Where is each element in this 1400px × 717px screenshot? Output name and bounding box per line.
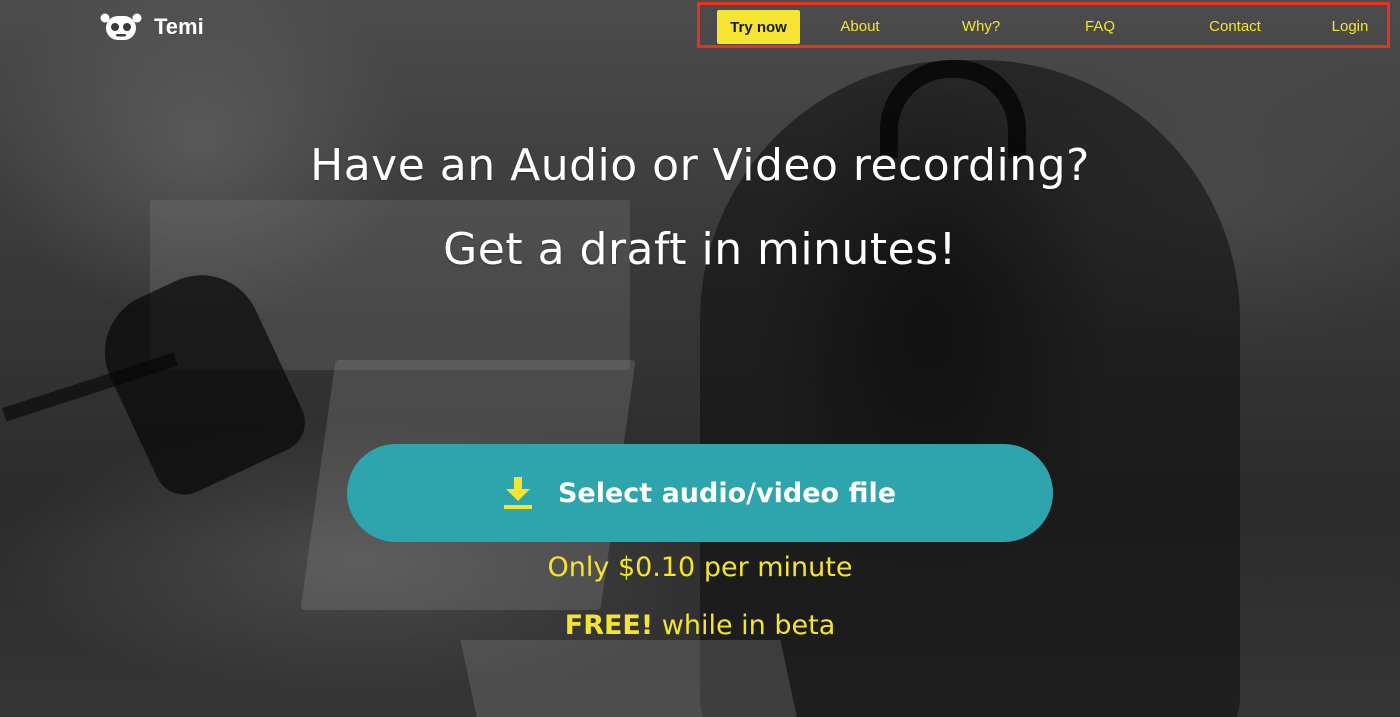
beta-rest-label: while in beta (653, 610, 836, 641)
beta-text: FREE! while in beta (0, 610, 1400, 641)
headline-line1: Have an Audio or Video recording? (310, 140, 1090, 191)
select-file-label: Select audio/video file (557, 477, 897, 509)
select-file-button[interactable]: Select audio/video file (347, 444, 1053, 542)
nav-highlight-box (697, 2, 1390, 48)
beta-free-label: FREE! (564, 610, 654, 641)
price-text: Only $0.10 per minute (547, 552, 853, 583)
headline-line2: Get a draft in minutes! (443, 224, 957, 275)
download-icon (503, 477, 532, 509)
